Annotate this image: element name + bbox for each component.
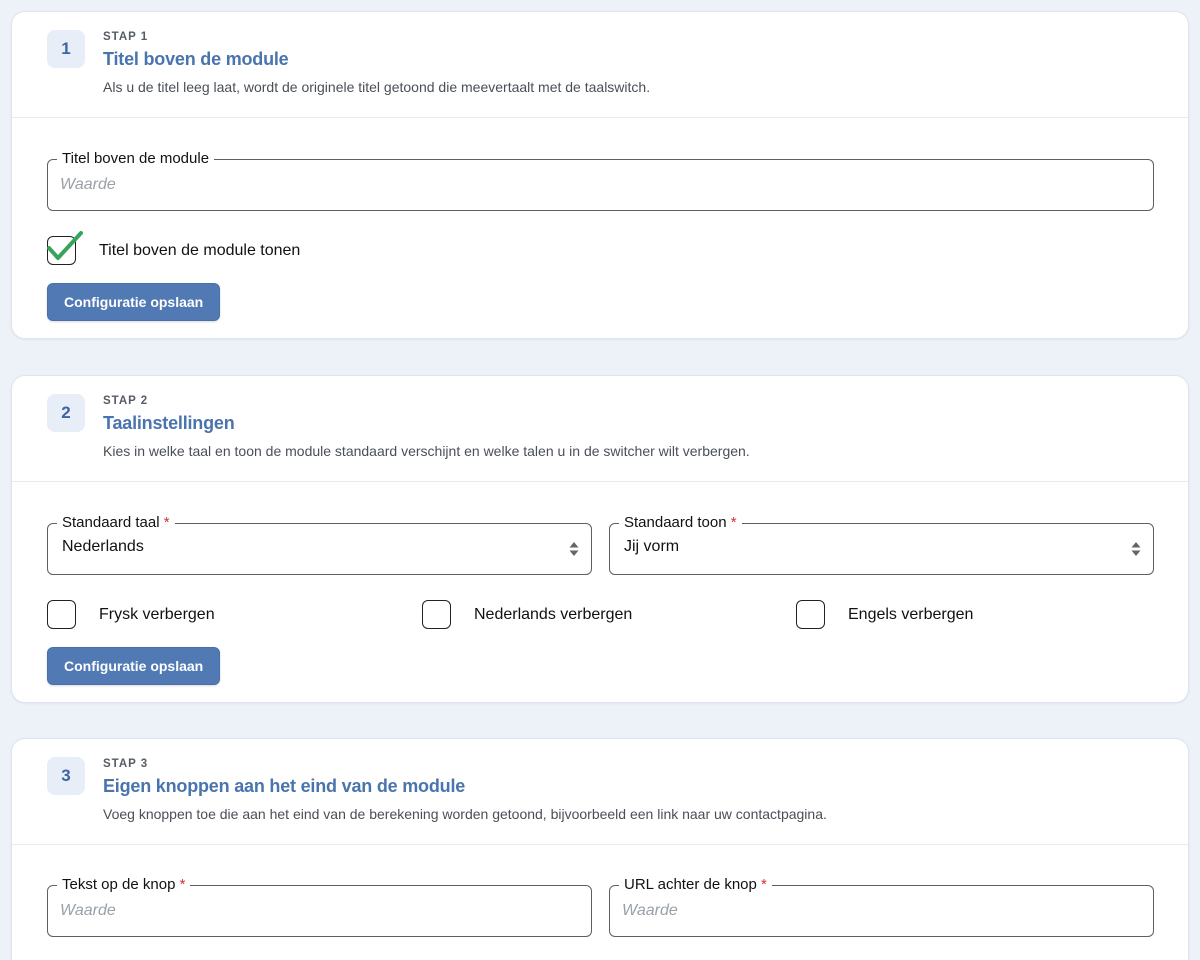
hide-frysk-label: Frysk verbergen	[99, 605, 215, 623]
button-text-field: Tekst op de knop *	[47, 875, 592, 937]
step1-label: STAP 1	[103, 31, 149, 43]
step2-header: 2 STAP 2 Taalinstellingen Kies in welke …	[12, 376, 1188, 482]
step2-card: 2 STAP 2 Taalinstellingen Kies in welke …	[11, 375, 1189, 703]
step1-description: Als u de titel leeg laat, wordt de origi…	[103, 79, 651, 95]
step3-header: 3 STAP 3 Eigen knoppen aan het eind van …	[12, 739, 1188, 845]
step1-card: 1 STAP 1 Titel boven de module Als u de …	[11, 11, 1189, 339]
show-title-checkbox[interactable]	[47, 231, 83, 265]
step2-badge: 2	[47, 394, 85, 432]
step1-badge: 1	[47, 30, 85, 68]
step3-label: STAP 3	[103, 758, 149, 770]
default-language-value: Nederlands	[62, 538, 144, 555]
step3-card: 3 STAP 3 Eigen knoppen aan het eind van …	[11, 738, 1189, 960]
default-language-label-text: Standaard taal	[62, 514, 160, 531]
step3-title: Eigen knoppen aan het eind van de module	[103, 776, 466, 796]
default-tone-label: Standaard toon *	[619, 513, 742, 533]
step2-title: Taalinstellingen	[103, 413, 235, 433]
step2-label: STAP 2	[103, 395, 149, 407]
required-mark: *	[163, 514, 170, 531]
hide-dutch-checkbox[interactable]	[422, 600, 451, 629]
button-url-input[interactable]	[610, 886, 1153, 936]
button-text-input[interactable]	[48, 886, 591, 936]
step1-title: Titel boven de module	[103, 49, 289, 69]
hide-frysk-checkbox-row[interactable]: Frysk verbergen	[47, 600, 215, 629]
default-language-label: Standaard taal *	[57, 513, 175, 533]
default-tone-label-text: Standaard toon	[624, 514, 727, 531]
step3-badge: 3	[47, 757, 85, 795]
save-config-button-step2[interactable]: Configuratie opslaan	[47, 647, 221, 685]
hide-dutch-label: Nederlands verbergen	[474, 605, 633, 623]
checkmark-icon	[47, 231, 83, 260]
default-tone-select[interactable]: Standaard toon * Jij vorm	[609, 513, 1154, 575]
step1-header: 1 STAP 1 Titel boven de module Als u de …	[12, 12, 1188, 118]
hide-frysk-checkbox[interactable]	[47, 600, 76, 629]
hide-english-label: Engels verbergen	[848, 605, 974, 623]
save-config-button-step1[interactable]: Configuratie opslaan	[47, 283, 221, 321]
step2-description: Kies in welke taal en toon de module sta…	[103, 443, 750, 459]
show-title-checkbox-row[interactable]: Titel boven de module tonen	[47, 231, 301, 265]
step3-description: Voeg knoppen toe die aan het eind van de…	[103, 806, 827, 822]
select-arrows-icon	[569, 542, 579, 556]
hide-english-checkbox[interactable]	[796, 600, 825, 629]
module-title-input[interactable]	[48, 160, 1153, 210]
show-title-label: Titel boven de module tonen	[99, 241, 301, 259]
hide-english-checkbox-row[interactable]: Engels verbergen	[796, 600, 973, 629]
default-language-select[interactable]: Standaard taal * Nederlands	[47, 513, 592, 575]
hide-dutch-checkbox-row[interactable]: Nederlands verbergen	[422, 600, 632, 629]
default-tone-value: Jij vorm	[624, 538, 680, 555]
select-arrows-icon	[1131, 542, 1141, 556]
button-url-field: URL achter de knop *	[609, 875, 1154, 937]
module-title-field: Titel boven de module	[47, 149, 1154, 211]
required-mark: *	[730, 514, 737, 531]
